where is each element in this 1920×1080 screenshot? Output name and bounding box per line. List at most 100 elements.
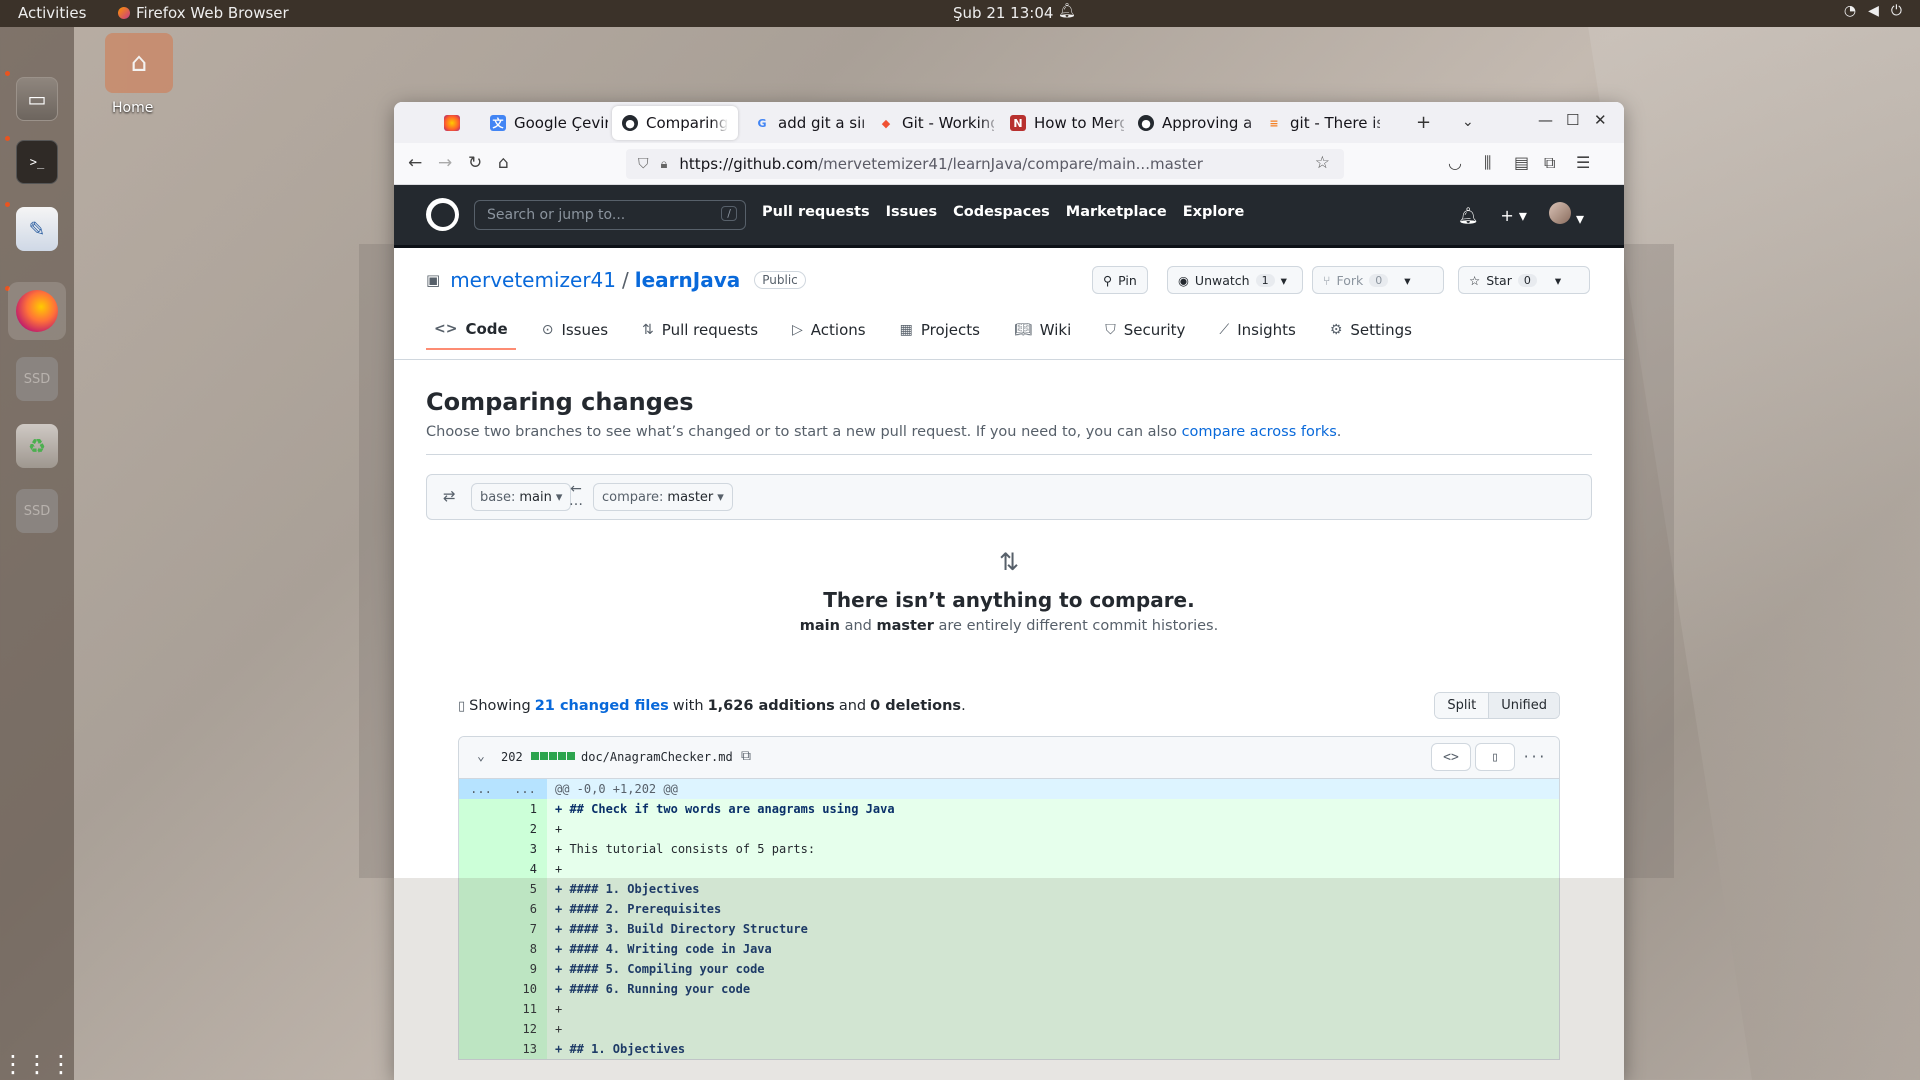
compare-across-forks-link[interactable]: compare across forks (1182, 424, 1337, 440)
tab-actions[interactable]: ▷ Actions (784, 320, 874, 350)
new-line-number[interactable]: 10 (503, 979, 547, 999)
system-tray[interactable]: ◔ ◀︎ ⏻ (1844, 3, 1902, 19)
tab-pull-requests[interactable]: ⇅ Pull requests (634, 320, 766, 350)
tracking-protection-icon[interactable]: ⛉ (638, 156, 649, 172)
old-line-number[interactable] (459, 959, 503, 979)
fork-button[interactable]: ⑂ Fork 0 ▾ (1312, 266, 1444, 294)
firefox-icon[interactable] (8, 282, 66, 340)
repo-owner-link[interactable]: mervetemizer41 (450, 268, 616, 292)
new-line-number[interactable]: 11 (503, 999, 547, 1019)
home-folder-icon[interactable]: ⌂ (105, 33, 173, 93)
user-avatar[interactable]: ▾ (1548, 202, 1584, 228)
new-line-number[interactable]: 4 (503, 859, 547, 879)
window-close-icon[interactable]: ✕ (1594, 111, 1607, 129)
chevron-down-icon[interactable]: ⌄ (477, 749, 485, 764)
new-line-number[interactable]: 8 (503, 939, 547, 959)
tab-code[interactable]: <> Code (426, 320, 516, 350)
code-view-icon[interactable]: <> (1431, 743, 1471, 771)
tab-security[interactable]: ⛉ Security (1097, 320, 1193, 350)
old-line-number[interactable] (459, 999, 503, 1019)
changed-files-link[interactable]: 21 changed files (535, 698, 669, 714)
old-line-number[interactable] (459, 799, 503, 819)
forward-icon[interactable]: → (438, 153, 452, 173)
tab-git-working[interactable]: ◆ Git - Working (868, 106, 994, 140)
tab-insights[interactable]: ⟋ Insights (1211, 320, 1303, 350)
split-view-button[interactable]: Split (1435, 693, 1489, 718)
notifications-bell-icon[interactable]: 🔔︎ (1458, 206, 1478, 225)
file-view-icon[interactable]: ▯ (1475, 743, 1515, 771)
nav-pull-requests[interactable]: Pull requests (762, 204, 870, 220)
trash-icon[interactable]: ♻ (16, 424, 58, 468)
tab-projects[interactable]: ▦ Projects (892, 320, 988, 350)
old-line-number[interactable] (459, 979, 503, 999)
new-line-number[interactable]: 12 (503, 1019, 547, 1039)
copy-icon[interactable]: ⧉ (741, 748, 751, 764)
expand-up-button[interactable]: ... (459, 779, 503, 799)
tab-wiki[interactable]: 📖︎ Wiki (1006, 320, 1079, 350)
tab-firefox[interactable] (434, 106, 474, 140)
github-logo-icon[interactable] (426, 198, 459, 231)
old-line-number[interactable] (459, 939, 503, 959)
tab-issues[interactable]: ⊙ Issues (534, 320, 616, 350)
library-icon[interactable]: ⫼ (1484, 153, 1491, 173)
tab-approving[interactable]: ● Approving a p (1128, 106, 1252, 140)
app-grid-icon[interactable]: ⋮⋮⋮ (1, 1042, 73, 1080)
new-line-number[interactable]: 2 (503, 819, 547, 839)
base-branch-select[interactable]: base: main ▾ (471, 483, 572, 511)
unwatch-button[interactable]: ◉ Unwatch 1 ▾ (1167, 266, 1303, 294)
ssd-drive-icon[interactable]: SSD (16, 357, 58, 401)
old-line-number[interactable] (459, 899, 503, 919)
new-line-number[interactable]: 3 (503, 839, 547, 859)
nav-codespaces[interactable]: Codespaces (953, 204, 1050, 220)
old-line-number[interactable] (459, 819, 503, 839)
old-line-number[interactable] (459, 839, 503, 859)
minimize-icon[interactable]: — (1538, 111, 1553, 129)
search-input[interactable]: Search or jump to... / (474, 200, 746, 230)
sidebar-icon[interactable]: ▤ (1514, 153, 1529, 172)
tab-comparing[interactable]: ● Comparing ✕ (612, 106, 738, 140)
menu-icon[interactable]: ☰ (1576, 153, 1590, 172)
new-tab-icon[interactable]: + (1416, 112, 1431, 133)
extensions-icon[interactable]: ⧉ (1544, 153, 1555, 173)
url-bar[interactable]: ⛉ 🔒︎ https://github.com/mervetemizer41/l… (626, 149, 1344, 179)
unified-view-button[interactable]: Unified (1488, 693, 1559, 718)
create-new-plus-icon[interactable]: + ▾ (1500, 206, 1527, 225)
old-line-number[interactable] (459, 919, 503, 939)
nav-marketplace[interactable]: Marketplace (1066, 204, 1167, 220)
nav-issues[interactable]: Issues (886, 204, 937, 220)
pin-button[interactable]: ⚲ Pin (1092, 266, 1148, 294)
maximize-icon[interactable]: ☐ (1566, 111, 1579, 129)
tab-add-git[interactable]: G add git a sing (744, 106, 864, 140)
old-line-number[interactable] (459, 859, 503, 879)
nav-explore[interactable]: Explore (1183, 204, 1245, 220)
ssd-drive-icon[interactable]: SSD (16, 489, 58, 533)
list-all-tabs-icon[interactable]: ⌄ (1462, 114, 1474, 130)
home-icon[interactable]: ⌂ (498, 153, 509, 173)
terminal-icon[interactable]: >_ (16, 140, 58, 184)
bookmark-star-icon[interactable]: ☆ (1315, 153, 1330, 173)
reload-icon[interactable]: ↻ (468, 153, 482, 173)
new-line-number[interactable]: 1 (503, 799, 547, 819)
tab-git-there-isnt[interactable]: ≡ git - There isn (1256, 106, 1380, 140)
text-editor-icon[interactable]: ✎ (16, 207, 58, 251)
expand-down-button[interactable]: ... (503, 779, 547, 799)
lock-icon[interactable]: 🔒︎ (661, 157, 668, 172)
new-line-number[interactable]: 13 (503, 1039, 547, 1059)
activities-button[interactable]: Activities (18, 4, 86, 22)
new-line-number[interactable]: 7 (503, 919, 547, 939)
more-options-icon[interactable]: ··· (1519, 743, 1549, 771)
back-icon[interactable]: ← (408, 153, 422, 173)
tab-how-to-merge[interactable]: N How to Merg (1000, 106, 1124, 140)
old-line-number[interactable] (459, 1019, 503, 1039)
tab-google-ceviri[interactable]: 文 Google Çeviri (480, 106, 608, 140)
repo-name-link[interactable]: learnJava (635, 268, 741, 292)
app-menu[interactable]: Firefox Web Browser (118, 4, 289, 22)
file-path-link[interactable]: doc/AnagramChecker.md (581, 750, 733, 764)
old-line-number[interactable] (459, 1039, 503, 1059)
pocket-icon[interactable]: ◡ (1448, 153, 1462, 172)
tab-settings[interactable]: ⚙ Settings (1322, 320, 1420, 350)
star-button[interactable]: ☆ Star 0 ▾ (1458, 266, 1590, 294)
old-line-number[interactable] (459, 879, 503, 899)
compare-branch-select[interactable]: compare: master ▾ (593, 483, 733, 511)
new-line-number[interactable]: 5 (503, 879, 547, 899)
